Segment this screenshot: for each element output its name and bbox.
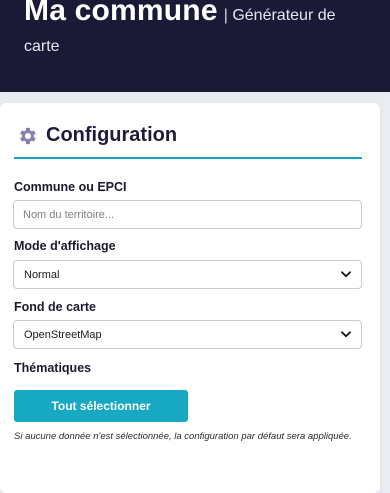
panel-header: Configuration	[14, 121, 362, 159]
app-subtitle: Générateur de	[232, 7, 336, 24]
app-title: Ma commune	[24, 0, 218, 27]
basemap-label: Fond de carte	[14, 300, 96, 314]
chevron-down-icon	[341, 331, 351, 338]
help-text: Si aucune donnée n'est sélectionnée, la …	[14, 431, 352, 442]
chevron-down-icon	[341, 271, 351, 278]
app-title-line: Ma commune | Générateur de	[24, 0, 336, 28]
select-all-button[interactable]: Tout sélectionner	[14, 390, 188, 422]
app-header: Ma commune | Générateur de carte	[0, 0, 390, 92]
panel-title: Configuration	[46, 124, 178, 146]
commune-input[interactable]	[13, 200, 362, 229]
themes-label: Thématiques	[14, 361, 92, 375]
app-subtitle-continued: carte	[24, 38, 60, 55]
title-separator: |	[223, 7, 228, 24]
basemap-value: OpenStreetMap	[24, 328, 102, 341]
commune-label: Commune ou EPCI	[14, 180, 127, 194]
display-mode-select[interactable]: Normal	[13, 260, 362, 289]
gear-icon	[20, 127, 36, 145]
display-mode-value: Normal	[24, 268, 60, 281]
configuration-panel: Configuration Commune ou EPCI Mode d'aff…	[0, 103, 380, 493]
display-mode-label: Mode d'affichage	[14, 239, 116, 253]
basemap-select[interactable]: OpenStreetMap	[13, 320, 362, 349]
